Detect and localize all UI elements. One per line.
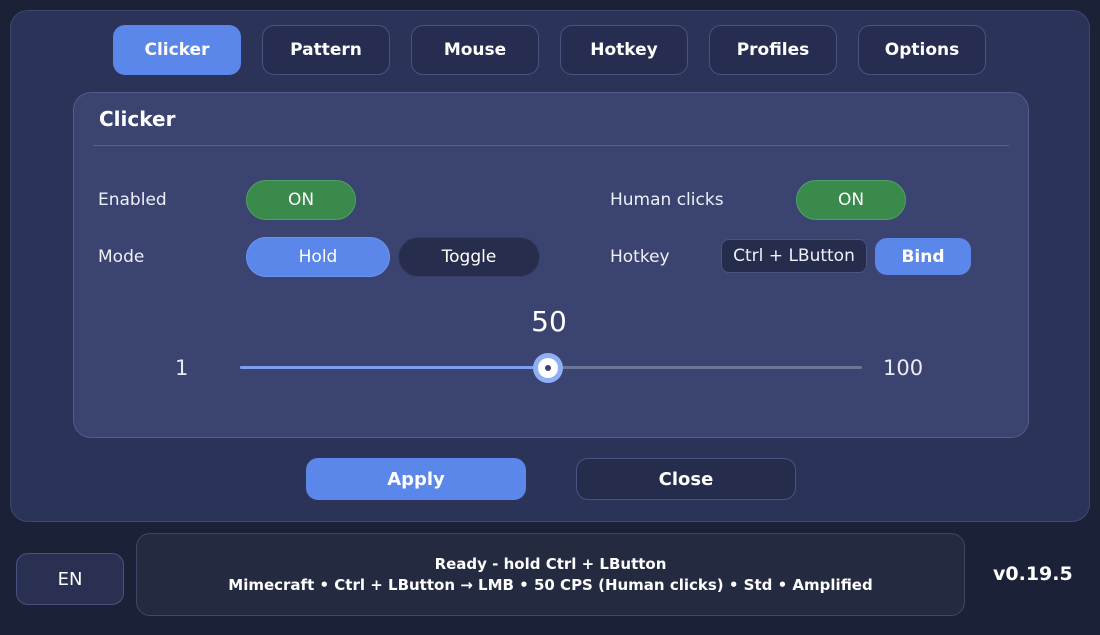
tab-hotkey[interactable]: Hotkey [560,25,688,75]
tab-mouse[interactable]: Mouse [411,25,539,75]
tab-options[interactable]: Options [858,25,986,75]
mode-hold-button[interactable]: Hold [246,237,390,277]
status-line-primary: Ready - hold Ctrl + LButton [434,555,667,573]
tab-clicker[interactable]: Clicker [113,25,241,75]
slider-thumb-inner [538,358,558,378]
close-button[interactable]: Close [576,458,796,500]
mode-label: Mode [98,247,145,267]
main-window: Clicker Pattern Mouse Hotkey Profiles Op… [10,10,1090,522]
apply-button[interactable]: Apply [306,458,526,500]
slider-thumb[interactable] [533,353,563,383]
hotkey-field[interactable]: Ctrl + LButton [721,239,867,273]
slider-thumb-dot [545,365,551,371]
enabled-label: Enabled [98,190,167,210]
slider-max-label: 100 [883,356,924,380]
language-button[interactable]: EN [16,553,124,605]
bind-button[interactable]: Bind [875,238,971,275]
tab-pattern[interactable]: Pattern [262,25,390,75]
tab-profiles[interactable]: Profiles [709,25,837,75]
panel-title: Clicker [99,107,176,131]
mode-toggle-button[interactable]: Toggle [398,237,540,277]
cps-value: 50 [531,305,567,338]
cps-slider[interactable] [240,353,862,383]
clicker-panel: Clicker Enabled ON Human clicks ON Mode … [73,92,1029,438]
version-label: v0.19.5 [993,563,1073,585]
hotkey-label: Hotkey [610,247,670,267]
status-box: Ready - hold Ctrl + LButton Mimecraft • … [136,533,965,616]
human-clicks-toggle[interactable]: ON [796,180,906,220]
panel-divider [93,145,1009,146]
enabled-toggle[interactable]: ON [246,180,356,220]
human-clicks-label: Human clicks [610,190,724,210]
status-line-details: Mimecraft • Ctrl + LButton → LMB • 50 CP… [228,576,873,594]
slider-min-label: 1 [175,356,189,380]
slider-fill [240,366,548,369]
